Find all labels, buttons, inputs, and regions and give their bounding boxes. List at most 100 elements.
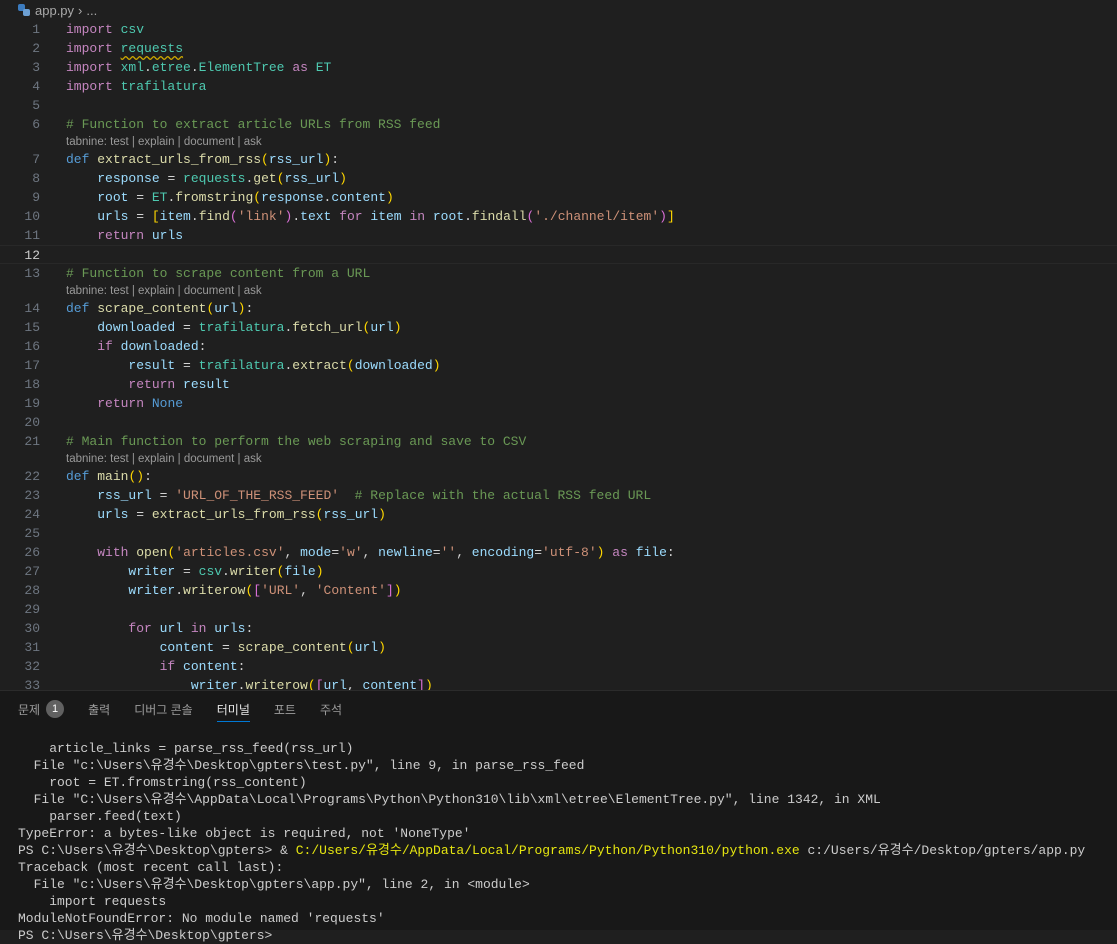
code-line[interactable]: 5	[0, 96, 1117, 115]
line-number: 10	[24, 209, 40, 224]
code-line[interactable]: 11 return urls	[0, 226, 1117, 245]
code-token: ,	[362, 545, 379, 560]
code-line[interactable]: 33 writer.writerow([url, content])	[0, 676, 1117, 690]
code-line[interactable]: 4 import trafilatura	[0, 77, 1117, 96]
code-token: =	[151, 488, 176, 503]
code-text: # Main function to perform the web scrap…	[40, 432, 526, 451]
codelens[interactable]: tabnine: test | explain | document | ask	[0, 283, 1117, 299]
codelens[interactable]: tabnine: test | explain | document | ask	[0, 134, 1117, 150]
code-line[interactable]: 13 # Function to scrape content from a UR…	[0, 264, 1117, 283]
code-line[interactable]: 27 writer = csv.writer(file)	[0, 562, 1117, 581]
line-number: 20	[24, 415, 40, 430]
code-line[interactable]: 2 import requests	[0, 39, 1117, 58]
panel-tab[interactable]: 출력	[88, 691, 110, 727]
problems-count-badge: 1	[46, 700, 65, 718]
code-line[interactable]: 26 with open('articles.csv', mode='w', n…	[0, 543, 1117, 562]
code-token: ET	[151, 190, 168, 205]
code-token: import	[66, 60, 113, 75]
line-number: 16	[24, 339, 40, 354]
code-line[interactable]: 18 return result	[0, 375, 1117, 394]
code-token: writerow	[245, 678, 308, 690]
code-line[interactable]: 22 def main():	[0, 467, 1117, 486]
code-line[interactable]: 9 root = ET.fromstring(response.content)	[0, 188, 1117, 207]
code-line[interactable]: 17 result = trafilatura.extract(download…	[0, 356, 1117, 375]
code-token: find	[198, 209, 230, 224]
code-token: 'w'	[339, 545, 363, 560]
panel-tab[interactable]: 포트	[274, 691, 296, 727]
code-token: with	[97, 545, 129, 560]
code-text: urls = extract_urls_from_rss(rss_url)	[40, 505, 386, 524]
code-line[interactable]: 7 def extract_urls_from_rss(rss_url):	[0, 150, 1117, 169]
code-line[interactable]: 32 if content:	[0, 657, 1117, 676]
code-token: ,	[346, 678, 363, 690]
panel-tab[interactable]: 디버그 콘솔	[134, 691, 193, 727]
code-token: trafilatura	[198, 320, 285, 335]
code-token: .	[190, 209, 199, 224]
code-text: writer.writerow([url, content])	[40, 676, 433, 690]
code-line[interactable]: 16 if downloaded:	[0, 337, 1117, 356]
terminal-line: ModuleNotFoundError: No module named 're…	[18, 910, 1117, 927]
breadcrumb-more[interactable]: ...	[86, 3, 97, 18]
code-line[interactable]: 10 urls = [item.find('link').text for it…	[0, 207, 1117, 226]
terminal-text: File "c:\Users\유경수\Desktop\gpters\app.py…	[18, 877, 530, 892]
code-line[interactable]: 20	[0, 413, 1117, 432]
code-editor[interactable]: 1 import csv 2 import requests 3 import xml.e…	[0, 20, 1117, 690]
terminal-line: Traceback (most recent call last):	[18, 859, 1117, 876]
line-number: 12	[24, 248, 40, 263]
codelens[interactable]: tabnine: test | explain | document | ask	[0, 451, 1117, 467]
code-line[interactable]: 15 downloaded = trafilatura.fetch_url(ur…	[0, 318, 1117, 337]
code-token: response	[261, 190, 324, 205]
code-token: ,	[284, 545, 301, 560]
code-token: writer	[229, 564, 277, 579]
code-line[interactable]: 12	[0, 245, 1117, 264]
code-text: result = trafilatura.extract(downloaded)	[40, 356, 440, 375]
code-line[interactable]: 29	[0, 600, 1117, 619]
panel-tab[interactable]: 문제 1	[18, 691, 65, 727]
code-line[interactable]: 25	[0, 524, 1117, 543]
code-token: :	[198, 339, 207, 354]
terminal-line: article_links = parse_rss_feed(rss_url)	[18, 740, 1117, 757]
code-token: # Replace with the actual RSS feed URL	[354, 488, 652, 503]
terminal-text: TypeError: a bytes-like object is requir…	[18, 826, 471, 841]
code-token: ]	[385, 583, 394, 598]
code-line[interactable]: 23 rss_url = 'URL_OF_THE_RSS_FEED' # Rep…	[0, 486, 1117, 505]
code-line[interactable]: 21 # Main function to perform the web scr…	[0, 432, 1117, 451]
code-token: .	[464, 209, 472, 224]
panel-tab[interactable]: 주석	[320, 691, 342, 727]
code-token: # Function to extract article URLs from …	[66, 117, 441, 132]
code-token: url	[370, 320, 394, 335]
code-line[interactable]: 28 writer.writerow(['URL', 'Content'])	[0, 581, 1117, 600]
code-token: rss_url	[268, 152, 324, 167]
code-token: if	[159, 659, 176, 674]
python-file-icon	[18, 4, 30, 16]
code-token: content	[159, 640, 215, 655]
panel-tab[interactable]: 터미널	[216, 691, 250, 727]
code-line[interactable]: 24 urls = extract_urls_from_rss(rss_url)	[0, 505, 1117, 524]
line-number: 11	[24, 228, 40, 243]
code-line[interactable]: 14 def scrape_content(url):	[0, 299, 1117, 318]
code-text: if content:	[40, 657, 246, 676]
code-token: requests	[183, 171, 246, 186]
line-number: 9	[32, 190, 40, 205]
code-line[interactable]: 1 import csv	[0, 20, 1117, 39]
code-text: urls = [item.find('link').text for item …	[40, 207, 675, 226]
code-line[interactable]: 19 return None	[0, 394, 1117, 413]
code-token: 'URL'	[261, 583, 301, 598]
terminal-output[interactable]: article_links = parse_rss_feed(rss_url) …	[0, 727, 1117, 944]
code-line[interactable]: 6 # Function to extract article URLs from…	[0, 115, 1117, 134]
code-token: (	[253, 190, 262, 205]
line-number: 25	[24, 526, 40, 541]
breadcrumb-file[interactable]: app.py	[35, 3, 74, 18]
code-line[interactable]: 30 for url in urls:	[0, 619, 1117, 638]
code-token: =	[159, 171, 184, 186]
code-line[interactable]: 31 content = scrape_content(url)	[0, 638, 1117, 657]
code-line[interactable]: 3 import xml.etree.ElementTree as ET	[0, 58, 1117, 77]
code-line[interactable]: 8 response = requests.get(rss_url)	[0, 169, 1117, 188]
